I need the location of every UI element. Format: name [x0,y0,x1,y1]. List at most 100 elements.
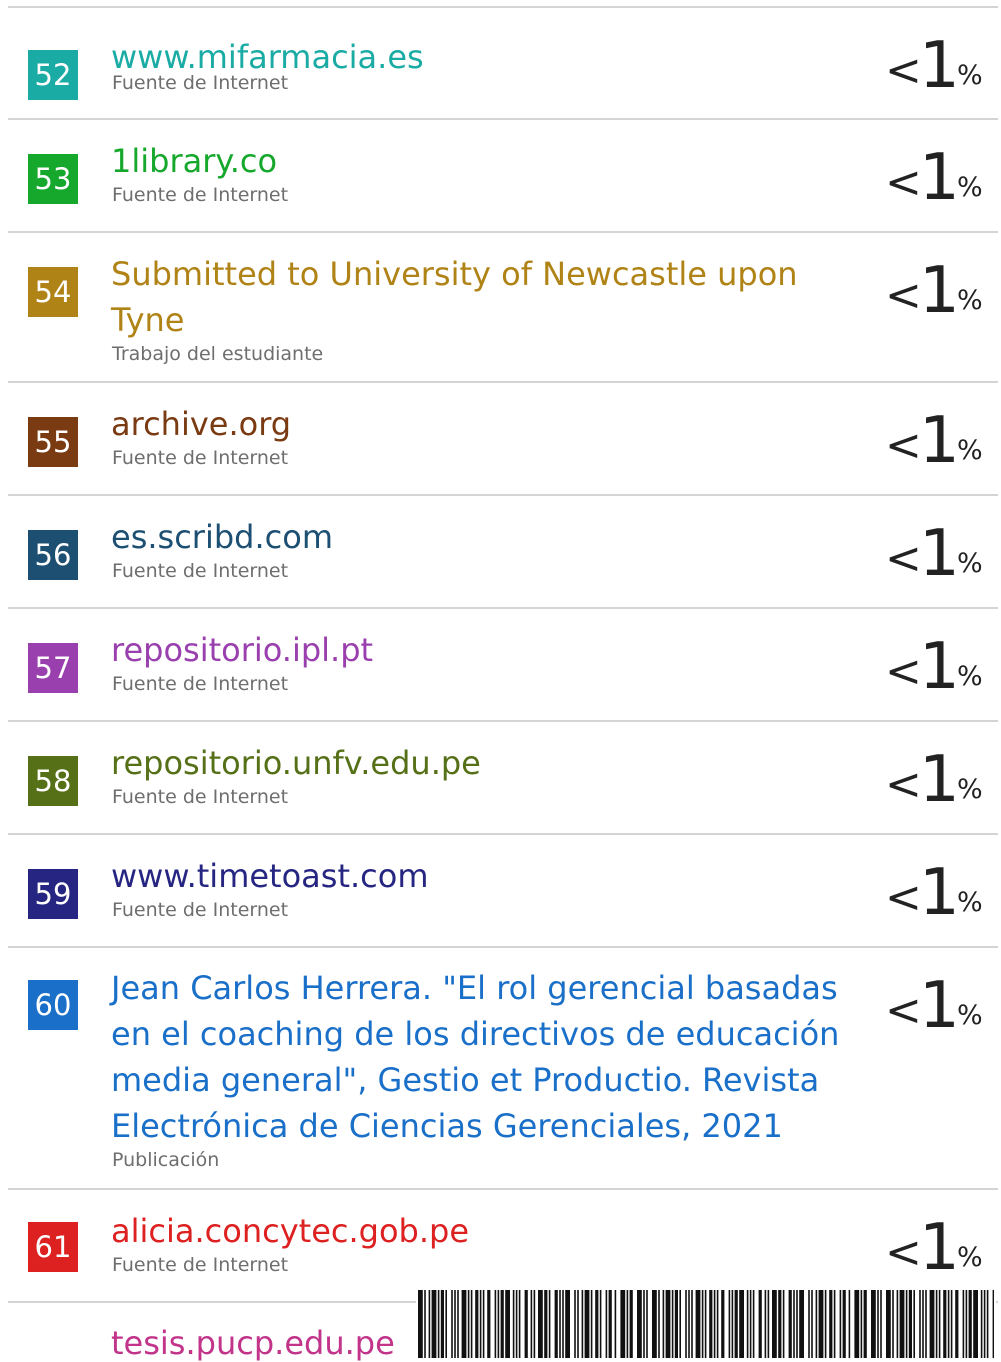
barcode-bar [811,1290,813,1358]
barcode-bar [515,1290,518,1358]
barcode-bar [518,1290,521,1358]
source-name[interactable]: es.scribd.com [111,514,871,560]
source-row-56: 56 es.scribd.com Fuente de Internet < 1 … [0,496,1001,609]
source-name[interactable]: Submitted to University of Newcastle upo… [111,251,831,343]
barcode-bar [877,1290,879,1358]
barcode-bar [880,1290,882,1358]
percentage-value: 1 [919,254,960,328]
source-name[interactable]: archive.org [111,401,871,447]
barcode-bar [908,1290,912,1358]
barcode-bar [428,1290,431,1358]
barcode-bar [871,1290,876,1358]
barcode-bar [584,1290,590,1358]
barcode-bar [929,1290,935,1358]
barcode-bar [629,1290,633,1358]
barcode-bar [772,1290,777,1358]
barcode-bar [475,1290,479,1358]
barcode-bar [892,1290,894,1358]
less-than-sign: < [885,270,922,321]
percent-sign: % [957,172,983,203]
barcode-bar [749,1290,752,1358]
barcode-bar [731,1290,734,1358]
barcode-bar [767,1290,770,1358]
barcode-bar [497,1290,500,1358]
source-name[interactable]: repositorio.ipl.pt [111,627,871,673]
source-number-badge: 59 [28,869,78,919]
barcode-bar [695,1290,701,1358]
barcode-bar [793,1290,795,1358]
source-number-badge: 58 [28,756,78,806]
percent-sign: % [957,285,983,316]
barcode-bar [778,1290,782,1358]
barcode-bar [913,1290,915,1358]
source-number-badge: 60 [28,980,78,1030]
percentage-value: 1 [919,856,960,930]
barcode-bar [685,1290,687,1358]
percent-sign: % [957,435,983,466]
less-than-sign: < [885,157,922,208]
barcode-bar [658,1290,660,1358]
match-percentage: < 1 % [885,744,995,822]
barcode-bar [860,1290,863,1358]
barcode-bar [799,1290,804,1358]
barcode-bar [701,1290,704,1358]
barcode-bar [782,1290,785,1358]
barcode-bar [599,1290,602,1358]
barcode-bar [559,1290,561,1358]
barcode-bar [548,1290,551,1358]
barcode-bar [943,1290,947,1358]
barcode-bar [505,1290,510,1358]
barcode-bar [764,1290,767,1358]
barcode-bar [983,1290,986,1358]
barcode-bar [544,1290,548,1358]
barcode-bar [919,1290,921,1358]
source-row-59: 59 www.timetoast.com Fuente de Internet … [0,835,1001,948]
barcode-bar [721,1290,725,1358]
barcode-bar [574,1290,576,1358]
barcode-bar [962,1290,965,1358]
barcode-bar [620,1290,626,1358]
barcode-bar [538,1290,543,1358]
barcode-bar [533,1290,536,1358]
barcode-bar [980,1290,983,1358]
barcode-bar [665,1290,671,1358]
barcode-bar [581,1290,584,1358]
barcode-bar [451,1290,453,1358]
source-type: Fuente de Internet [112,899,289,921]
source-name[interactable]: www.timetoast.com [111,853,871,899]
percent-sign: % [957,1242,983,1273]
source-row-54: 54 Submitted to University of Newcastle … [0,233,1001,383]
source-number-badge: 55 [28,417,78,467]
barcode-bar [605,1290,608,1358]
source-type: Fuente de Internet [112,786,289,808]
source-type: Fuente de Internet [112,560,289,582]
percent-sign: % [957,661,983,692]
barcode-bar [424,1290,426,1358]
barcode-bar [854,1290,860,1358]
barcode-bar [437,1290,440,1358]
barcode-bar [922,1290,924,1358]
less-than-sign: < [885,1227,922,1278]
percentage-value: 1 [919,404,960,478]
source-name[interactable]: alicia.concytec.gob.pe [111,1208,871,1254]
barcode-bar [440,1290,444,1358]
source-number-badge: 56 [28,530,78,580]
source-type: Fuente de Internet [112,72,289,94]
barcode-bar [968,1290,972,1358]
source-name[interactable]: Jean Carlos Herrera. "El rol gerencial b… [111,965,856,1149]
source-row-60: 60 Jean Carlos Herrera. "El rol gerencia… [0,948,1001,1190]
source-name[interactable]: repositorio.unfv.edu.pe [111,740,871,786]
barcode-bar [709,1290,713,1358]
less-than-sign: < [885,420,922,471]
barcode-bar [554,1290,558,1358]
barcode-bar [595,1290,599,1358]
barcode-bar [590,1290,593,1358]
source-row-61: 61 alicia.concytec.gob.pe Fuente de Inte… [0,1190,1001,1303]
source-number-badge: 61 [28,1222,78,1272]
percentage-value: 1 [919,630,960,704]
source-number-badge: 53 [28,154,78,204]
percentage-value: 1 [919,29,960,103]
barcode-bar [577,1290,579,1358]
source-name[interactable]: 1library.co [111,138,871,184]
barcode-bar [626,1290,629,1358]
